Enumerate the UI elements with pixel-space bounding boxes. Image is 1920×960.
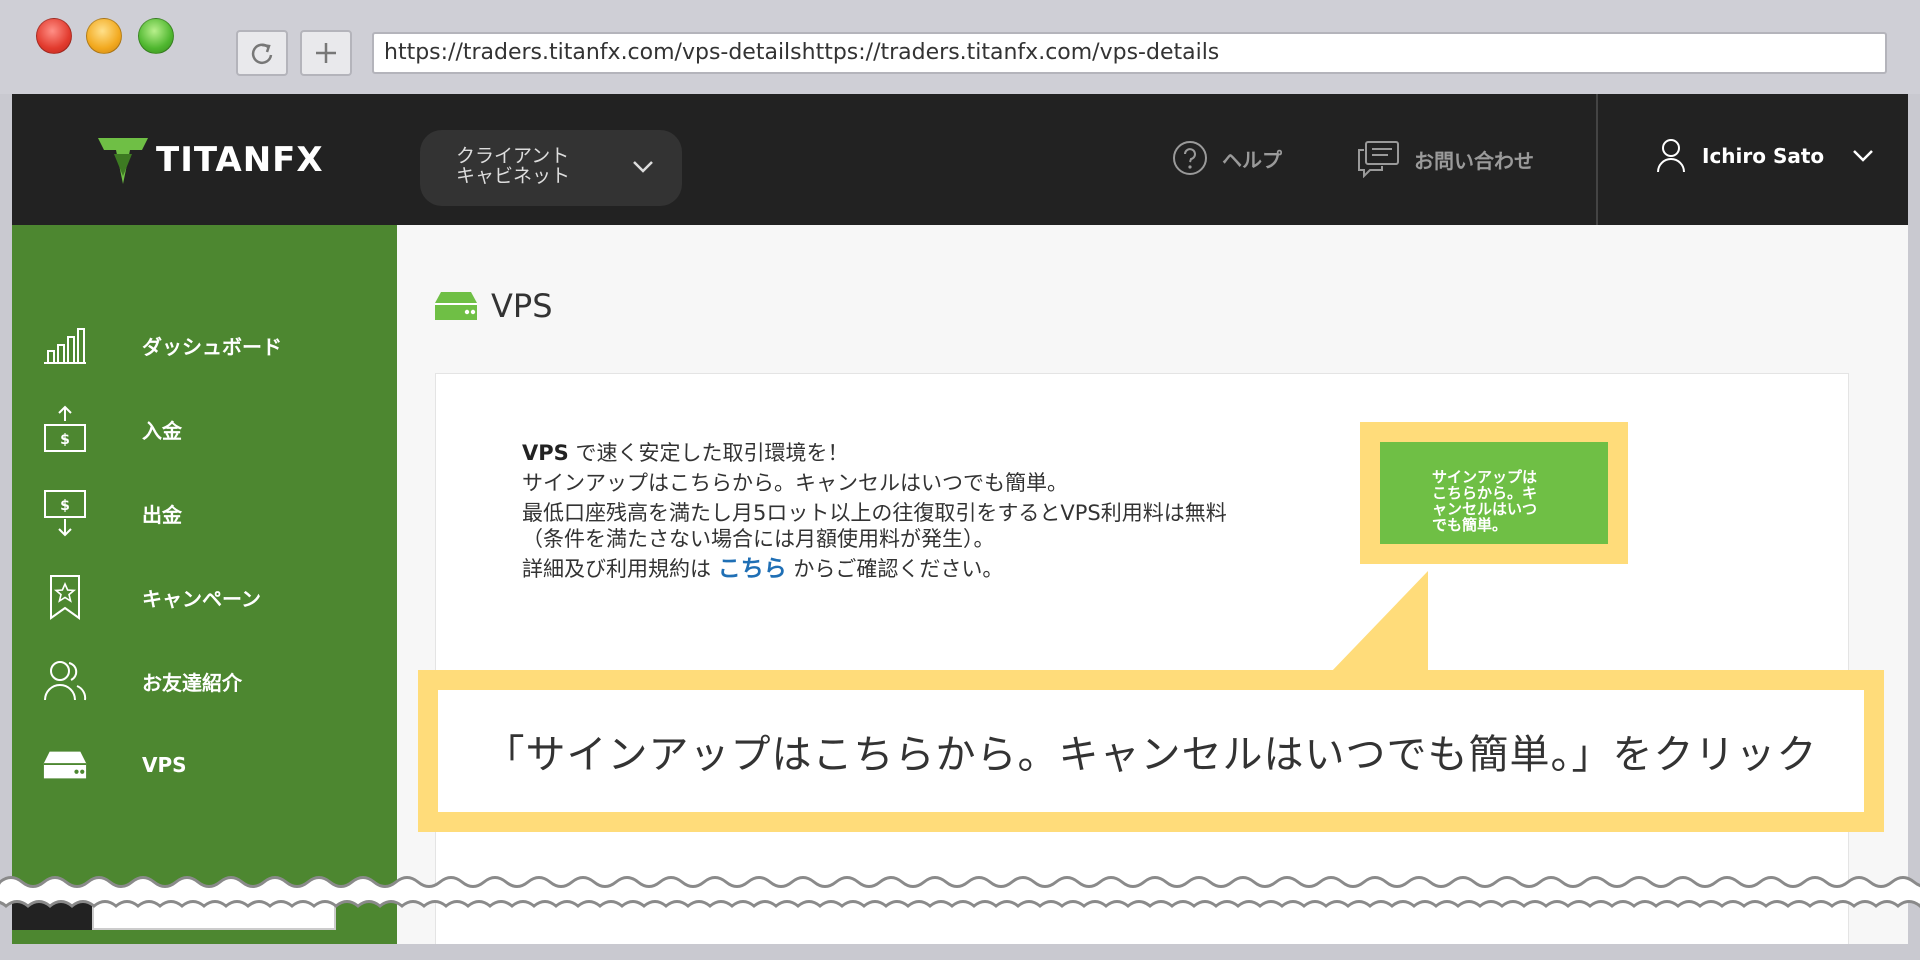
help-link[interactable]: ヘルプ (1172, 140, 1282, 176)
svg-text:$: $ (60, 498, 70, 514)
desc-line3: 最低口座残高を満たし月5ロット以上の往復取引をするとVPS利用料は無料 (522, 501, 1227, 525)
signup-line2: こちらから。キ (1432, 485, 1538, 502)
sidebar-item-label: VPS (142, 753, 187, 777)
page-title-text: VPS (491, 287, 553, 325)
close-window-button[interactable] (36, 18, 72, 54)
signup-line3: ャンセルはいつ (1432, 501, 1538, 518)
contact-label: お問い合わせ (1414, 148, 1534, 173)
sidebar-item-label: キャンペーン (142, 586, 261, 611)
signup-highlight: サインアップは こちらから。キ ャンセルはいつ でも簡単。 (1360, 422, 1628, 564)
contact-link[interactable]: お問い合わせ (1356, 140, 1534, 178)
desc-vps-bold: VPS (522, 441, 569, 465)
desc-line4: （条件を満たさない場合には月額使用料が発生）。 (522, 527, 995, 551)
chevron-down-icon (633, 161, 653, 173)
sidebar-item-label: 出金 (142, 502, 182, 527)
url-bar[interactable]: https://traders.titanfx.com/vps-detailsh… (372, 32, 1887, 74)
sidebar-item-withdraw[interactable]: $ 出金 (42, 483, 382, 543)
bookmark-star-icon (42, 570, 88, 624)
svg-text:$: $ (60, 432, 70, 448)
callout-text: 「サインアップはこちらから。キャンセルはいつでも簡単。」をクリック (438, 690, 1864, 812)
reload-icon (251, 43, 273, 64)
chevron-down-icon (1853, 150, 1874, 162)
terms-link[interactable]: こちら (718, 556, 787, 582)
sidebar: ダッシュボード $ 入金 $ 出金 キャンペーン お友達紹介 VPS (12, 225, 397, 960)
help-label: ヘルプ (1222, 147, 1282, 172)
desc-line5-pre: 詳細及び利用規約は (522, 557, 718, 581)
plus-icon (316, 43, 336, 63)
vps-description: VPS で速く安定した取引環境を！ サインアップはこちらから。キャンセルはいつで… (522, 440, 1342, 586)
logo-text: TITANFX (156, 140, 324, 180)
sidebar-item-label: お友達紹介 (142, 670, 242, 695)
sidebar-item-dashboard[interactable]: ダッシュボード (42, 315, 382, 375)
browser-chrome: https://traders.titanfx.com/vps-detailsh… (0, 0, 1920, 94)
titanfx-logo[interactable]: TITANFX (96, 134, 324, 186)
signup-line1: サインアップは (1432, 469, 1538, 486)
sidebar-item-label: ダッシュボード (142, 334, 282, 359)
page-title: VPS (433, 287, 553, 325)
help-icon (1173, 141, 1207, 175)
client-cabinet-dropdown[interactable]: クライアント キャビネット (420, 130, 682, 206)
reload-button[interactable] (236, 30, 288, 76)
chat-icon (1358, 141, 1399, 178)
minimize-window-button[interactable] (86, 18, 122, 54)
sidebar-item-vps[interactable]: VPS (42, 735, 382, 795)
user-icon (1657, 139, 1685, 173)
callout-pointer (1330, 571, 1428, 673)
desc-line5: 詳細及び利用規約は こちら からご確認ください。 (522, 556, 1342, 582)
main-content: VPS VPS で速く安定した取引環境を！ サインアップはこちらから。キャンセル… (397, 225, 1908, 960)
user-name: Ichiro Sato (1702, 144, 1825, 168)
withdraw-icon: $ (42, 486, 88, 540)
desc-line1-rest: で速く安定した取引環境を！ (568, 441, 849, 465)
server-icon (42, 738, 88, 792)
instruction-callout: 「サインアップはこちらから。キャンセルはいつでも簡単。」をクリック (418, 670, 1884, 832)
maximize-window-button[interactable] (138, 18, 174, 54)
desc-line5-post: からご確認ください。 (786, 557, 1004, 581)
desc-line2: サインアップはこちらから。キャンセルはいつでも簡単。 (522, 471, 1068, 495)
desc-line1: VPS で速く安定した取引環境を！ (522, 440, 1342, 466)
sidebar-item-campaign[interactable]: キャンペーン (42, 567, 382, 627)
deposit-icon: $ (42, 402, 88, 456)
sidebar-item-referral[interactable]: お友達紹介 (42, 651, 382, 711)
new-tab-button[interactable] (300, 30, 352, 76)
user-menu[interactable]: Ichiro Sato (1656, 138, 1874, 174)
signup-button[interactable]: サインアップは こちらから。キ ャンセルはいつ でも簡単。 (1380, 442, 1608, 544)
top-header: TITANFX クライアント キャビネット ヘルプ お問い合わせ Ichiro … (12, 94, 1908, 225)
header-divider (1596, 94, 1598, 225)
users-icon (42, 654, 88, 708)
titan-shield-icon (98, 138, 148, 184)
bottom-frame (0, 944, 1920, 960)
server-icon (435, 292, 477, 320)
signup-line4: でも簡単。 (1432, 517, 1508, 534)
sidebar-item-deposit[interactable]: $ 入金 (42, 399, 382, 459)
sidebar-item-label: 入金 (142, 418, 182, 443)
bar-chart-icon (42, 318, 88, 372)
